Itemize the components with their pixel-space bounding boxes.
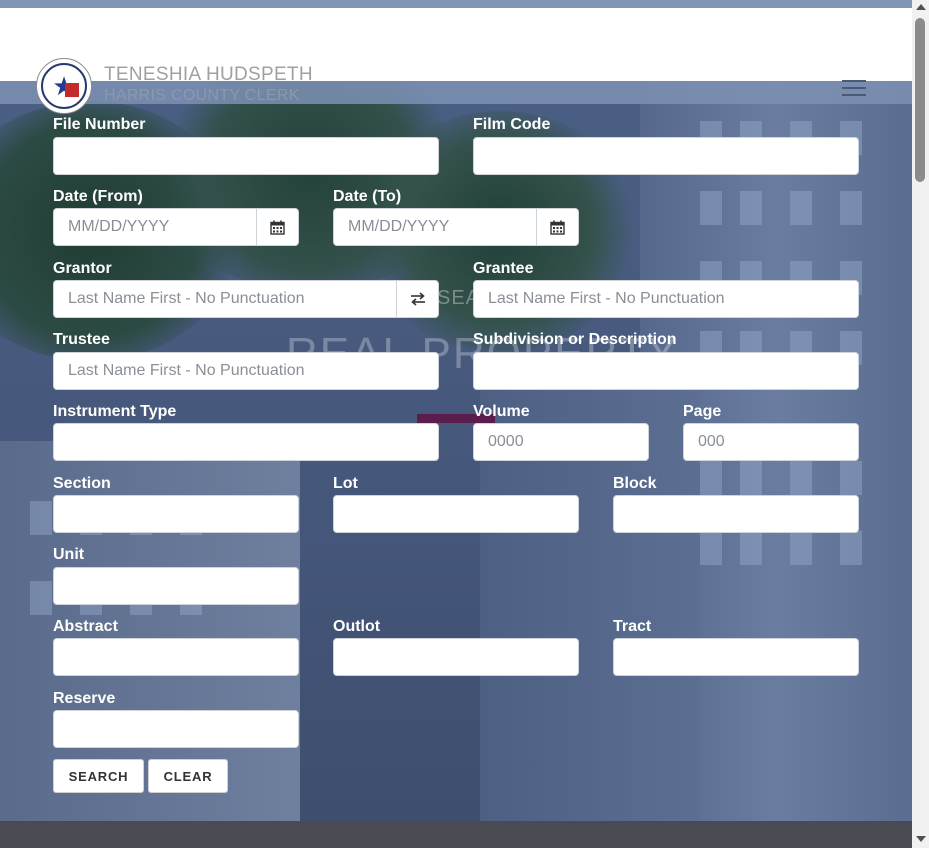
scroll-down-arrow-icon[interactable] [916, 836, 926, 842]
vertical-scrollbar[interactable] [912, 0, 929, 848]
scrollbar-thumb[interactable] [915, 18, 925, 182]
instrument-type-label: Instrument Type [53, 403, 177, 420]
calendar-icon [550, 220, 565, 235]
block-label: Block [613, 475, 657, 492]
reserve-input[interactable] [53, 710, 299, 748]
trustee-input[interactable] [53, 352, 439, 390]
tract-input[interactable] [613, 638, 859, 676]
section-label: Section [53, 475, 111, 492]
clear-button[interactable]: CLEAR [148, 759, 228, 793]
page-input[interactable] [683, 423, 859, 461]
abstract-label: Abstract [53, 618, 118, 635]
swap-grantor-grantee-button[interactable] [396, 280, 439, 318]
grantee-input[interactable] [473, 280, 859, 318]
film-code-label: Film Code [473, 116, 551, 133]
volume-label: Volume [473, 403, 530, 420]
reserve-label: Reserve [53, 690, 116, 707]
date-to-calendar-button[interactable] [536, 208, 579, 246]
section-input[interactable] [53, 495, 299, 533]
volume-input[interactable] [473, 423, 649, 461]
date-to-label: Date (To) [333, 188, 402, 205]
tract-label: Tract [613, 618, 652, 635]
unit-label: Unit [53, 546, 85, 563]
search-button[interactable]: SEARCH [53, 759, 144, 793]
date-to-input[interactable] [333, 208, 537, 246]
file-number-label: File Number [53, 116, 146, 133]
outlot-label: Outlot [333, 618, 381, 635]
swap-arrows-icon [410, 292, 425, 306]
outlot-input[interactable] [333, 638, 579, 676]
lot-input[interactable] [333, 495, 579, 533]
hamburger-menu-icon[interactable] [842, 80, 866, 96]
film-code-input[interactable] [473, 137, 859, 175]
page-label: Page [683, 403, 722, 420]
grantor-input[interactable] [53, 280, 397, 318]
top-accent-band [0, 0, 912, 8]
file-number-input[interactable] [53, 137, 439, 175]
date-from-label: Date (From) [53, 188, 143, 205]
lot-label: Lot [333, 475, 358, 492]
subdivision-input[interactable] [473, 352, 859, 390]
clerk-title: HARRIS COUNTY CLERK [104, 87, 300, 104]
county-clerk-logo[interactable]: ★ [36, 58, 92, 114]
block-input[interactable] [613, 495, 859, 533]
instrument-type-input[interactable] [53, 423, 439, 461]
calendar-icon [270, 220, 285, 235]
unit-input[interactable] [53, 567, 299, 605]
trustee-label: Trustee [53, 331, 110, 348]
subdivision-label: Subdivision or Description [473, 331, 677, 348]
grantee-label: Grantee [473, 260, 534, 277]
clerk-name: TENESHIA HUDSPETH [104, 64, 313, 85]
scroll-up-arrow-icon[interactable] [916, 4, 926, 10]
grantor-label: Grantor [53, 260, 112, 277]
date-from-input[interactable] [53, 208, 257, 246]
date-from-calendar-button[interactable] [256, 208, 299, 246]
abstract-input[interactable] [53, 638, 299, 676]
